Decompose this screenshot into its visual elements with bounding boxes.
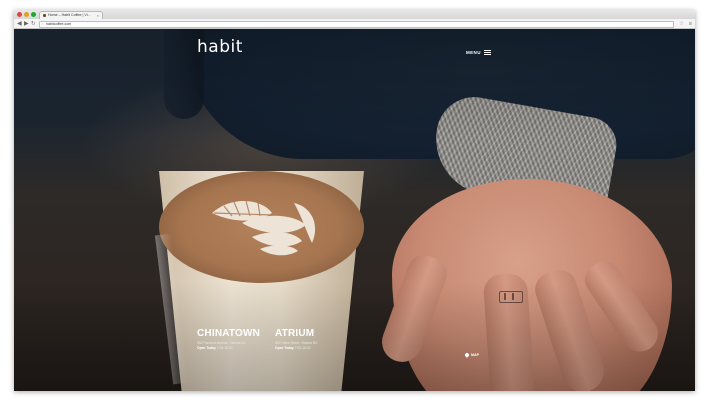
browser-toolbar: ◀ ▶ ↻ ⌂ habitcoffee.com ☆ ≡ <box>14 19 695 29</box>
browser-tab[interactable]: Home – Habit Coffee | Vi... × <box>39 11 103 19</box>
page-info-icon[interactable]: ⌂ <box>42 22 44 27</box>
hours-label: Open Today <box>197 346 216 350</box>
page-viewport: habit MENU <box>14 29 695 391</box>
location-hours: Open Today 7:00-18:00 <box>275 346 318 350</box>
map-link[interactable]: MAP <box>464 352 479 358</box>
menu-label: MENU <box>466 50 481 55</box>
browser-menu-icon[interactable]: ≡ <box>689 20 692 28</box>
location-atrium[interactable]: ATRIUM 800 Yates Street, Victoria BC Ope… <box>275 328 318 350</box>
location-chinatown[interactable]: CHINATOWN 552 Pandora Avenue, Victoria B… <box>197 328 260 350</box>
map-label: MAP <box>471 353 479 357</box>
minimize-window-button[interactable] <box>24 12 29 17</box>
reload-icon[interactable]: ↻ <box>31 20 36 28</box>
tab-bar: Home – Habit Coffee | Vi... × <box>14 10 695 19</box>
location-address: 552 Pandora Avenue, Victoria BC <box>197 341 246 345</box>
tab-title: Home – Habit Coffee | Vi... <box>48 13 91 17</box>
latte-art-icon <box>212 200 316 256</box>
close-window-button[interactable] <box>17 12 22 17</box>
location-name: ATRIUM <box>275 328 315 339</box>
address-bar[interactable]: ⌂ habitcoffee.com <box>39 20 674 28</box>
tab-close-icon[interactable]: × <box>97 12 99 19</box>
site-logo[interactable]: habit <box>197 37 243 57</box>
hours-value: 7:00-18:00 <box>294 346 311 350</box>
forward-arrow-icon[interactable]: ▶ <box>24 20 29 28</box>
location-address: 800 Yates Street, Victoria BC <box>275 341 318 345</box>
menu-button[interactable]: MENU <box>466 50 491 55</box>
location-hours: Open Today 7:00-18:00 <box>197 346 260 350</box>
bookmark-star-icon[interactable]: ☆ <box>679 20 684 28</box>
favicon-icon <box>43 14 46 17</box>
hamburger-icon <box>483 50 491 55</box>
hero-photo-tattoo <box>499 291 523 303</box>
back-arrow-icon[interactable]: ◀ <box>17 20 22 28</box>
location-name: CHINATOWN <box>197 328 261 339</box>
browser-window: Home – Habit Coffee | Vi... × ◀ ▶ ↻ ⌂ ha… <box>14 10 695 391</box>
url-text: habitcoffee.com <box>46 21 72 26</box>
maximize-window-button[interactable] <box>31 12 36 17</box>
hours-value: 7:00-18:00 <box>216 346 233 350</box>
map-pin-icon <box>464 352 470 358</box>
hours-label: Open Today <box>275 346 294 350</box>
